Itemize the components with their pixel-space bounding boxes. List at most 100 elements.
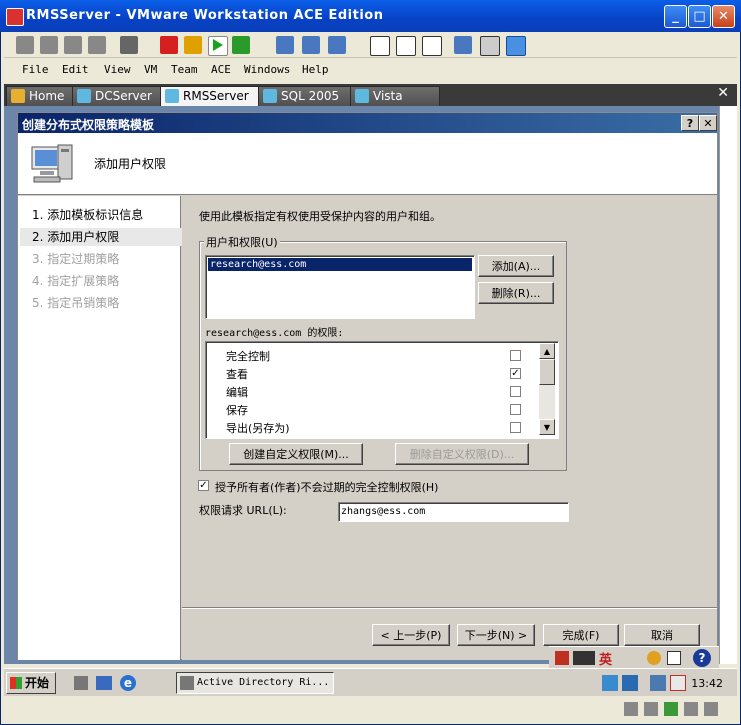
step-4: 4. 指定扩展策略: [32, 274, 120, 288]
dialog-close-button[interactable]: ✕: [699, 115, 717, 131]
snapshot-manager-icon[interactable]: [64, 36, 82, 54]
maximize-button[interactable]: □: [688, 5, 711, 28]
tab-vista[interactable]: Vista: [350, 86, 440, 106]
close-button[interactable]: ✕: [712, 5, 735, 28]
taskbar-item-active-directory[interactable]: Active Directory Ri...: [176, 672, 334, 694]
vm-icon: [263, 89, 277, 103]
ime-settings-icon[interactable]: [647, 651, 661, 665]
reset-icon[interactable]: [232, 36, 250, 54]
host-status-bar: [4, 696, 737, 722]
app-window-icon: [180, 676, 194, 690]
finish-button[interactable]: 完成(F): [543, 624, 619, 646]
menu-file[interactable]: File: [22, 63, 49, 76]
perm-edit-checkbox[interactable]: [510, 386, 521, 397]
stop-icon[interactable]: [160, 36, 178, 54]
delete-custom-rights-button[interactable]: 删除自定义权限(D)...: [395, 443, 529, 465]
tray-network-icon[interactable]: [602, 675, 618, 691]
menubar: File Edit View VM Team ACE Windows Help: [4, 60, 737, 82]
menu-view[interactable]: View: [104, 63, 131, 76]
user-list-item[interactable]: research@ess.com: [208, 258, 472, 271]
help-button[interactable]: ?: [681, 115, 699, 131]
scroll-down-arrow-icon[interactable]: ▼: [539, 419, 555, 435]
permissions-scrollbar[interactable]: ▲ ▼: [539, 343, 555, 435]
menu-edit[interactable]: Edit: [62, 63, 89, 76]
menu-help[interactable]: Help: [302, 63, 329, 76]
summary-view-icon[interactable]: [454, 36, 472, 54]
scroll-up-arrow-icon[interactable]: ▲: [539, 343, 555, 359]
step-3: 3. 指定过期策略: [32, 252, 120, 266]
vm-network-icon[interactable]: [302, 36, 320, 54]
computer-users-icon: [31, 144, 73, 183]
grant-owner-checkbox[interactable]: ✓: [198, 480, 209, 491]
quick-switch-icon[interactable]: [422, 36, 442, 56]
vm-icon: [165, 89, 179, 103]
pause-icon[interactable]: [184, 36, 202, 54]
tray-volume-muted-icon[interactable]: [670, 675, 686, 691]
sidebar-icon[interactable]: [370, 36, 390, 56]
status-usb-icon[interactable]: [684, 702, 698, 716]
capture-icon[interactable]: [120, 36, 138, 54]
tray-display-icon[interactable]: [622, 675, 638, 691]
users-listbox[interactable]: research@ess.com: [205, 255, 475, 319]
show-desktop-icon[interactable]: [96, 676, 112, 690]
permissions-label: research@ess.com 的权限:: [205, 328, 344, 339]
dialog-titlebar[interactable]: 创建分布式权限策略模板 ? ✕: [18, 113, 717, 133]
cancel-button[interactable]: 取消: [624, 624, 700, 646]
status-hdd-icon[interactable]: [624, 702, 638, 716]
ime-language-indicator[interactable]: 英: [599, 649, 612, 668]
perm-full-control-checkbox[interactable]: [510, 350, 521, 361]
play-icon[interactable]: [208, 36, 228, 56]
vm-settings-icon[interactable]: [276, 36, 294, 54]
perm-save-checkbox[interactable]: [510, 404, 521, 415]
fullscreen-icon[interactable]: [396, 36, 416, 56]
home-icon: [11, 89, 25, 103]
perm-view-checkbox[interactable]: ✓: [510, 368, 521, 379]
scroll-thumb[interactable]: [539, 359, 555, 385]
windows-logo-icon: [10, 677, 22, 689]
remove-button[interactable]: 删除(R)...: [478, 282, 554, 304]
rights-url-input[interactable]: zhangs@ess.com: [338, 502, 569, 522]
console-view-icon[interactable]: [480, 36, 500, 56]
menu-team[interactable]: Team: [171, 63, 198, 76]
perm-edit: 编辑: [226, 386, 248, 399]
menu-windows[interactable]: Windows: [244, 63, 290, 76]
ime-mode-icon[interactable]: [573, 651, 595, 665]
back-button[interactable]: < 上一步(P): [372, 624, 450, 646]
status-sound-icon[interactable]: [704, 702, 718, 716]
perm-export-checkbox[interactable]: [510, 422, 521, 433]
status-cdrom-icon[interactable]: [644, 702, 658, 716]
server-manager-icon[interactable]: [74, 676, 88, 690]
ime-keyboard-icon[interactable]: [667, 651, 681, 665]
window-titlebar[interactable]: RMSServer - VMware Workstation ACE Editi…: [0, 0, 741, 32]
help-icon[interactable]: ?: [693, 649, 711, 667]
tray-connection-icon[interactable]: [650, 675, 666, 691]
perm-view: 查看: [226, 368, 248, 381]
snapshot-icon[interactable]: [16, 36, 34, 54]
ie-icon[interactable]: e: [120, 675, 136, 691]
wizard-step-heading: 添加用户权限: [94, 157, 167, 171]
revert-snapshot-icon[interactable]: [40, 36, 58, 54]
next-button[interactable]: 下一步(N) >: [457, 624, 535, 646]
taskbar-clock: 13:42: [691, 677, 723, 690]
unity-icon[interactable]: [506, 36, 526, 56]
status-network-icon[interactable]: [664, 702, 678, 716]
permissions-list[interactable]: 完全控制 查看 ✓ 编辑 保存 导出(另存为) ▲ ▼: [205, 341, 559, 439]
minimize-button[interactable]: _: [664, 5, 687, 28]
create-custom-rights-button[interactable]: 创建自定义权限(M)...: [229, 443, 363, 465]
wizard-steps: 1. 添加模板标识信息 2. 添加用户权限 3. 指定过期策略 4. 指定扩展策…: [18, 196, 191, 660]
trash-icon[interactable]: [88, 36, 106, 54]
intro-text: 使用此模板指定有权使用受保护内容的用户和组。: [199, 210, 441, 223]
menu-vm[interactable]: VM: [144, 63, 157, 76]
toolbar: [4, 32, 737, 58]
ime-logo-icon[interactable]: [555, 651, 569, 665]
add-button[interactable]: 添加(A)...: [478, 255, 554, 277]
vm-devices-icon[interactable]: [328, 36, 346, 54]
background-window-edge: [719, 106, 737, 664]
start-button[interactable]: 开始: [6, 672, 56, 694]
wizard-header: 添加用户权限: [18, 133, 717, 195]
close-tab-icon[interactable]: ✕: [717, 85, 729, 101]
menu-ace[interactable]: ACE: [211, 63, 231, 76]
guest-taskbar: 开始 e Active Directory Ri... 13:42: [4, 668, 737, 696]
perm-save: 保存: [226, 404, 248, 417]
vmware-app-icon: [6, 8, 24, 26]
